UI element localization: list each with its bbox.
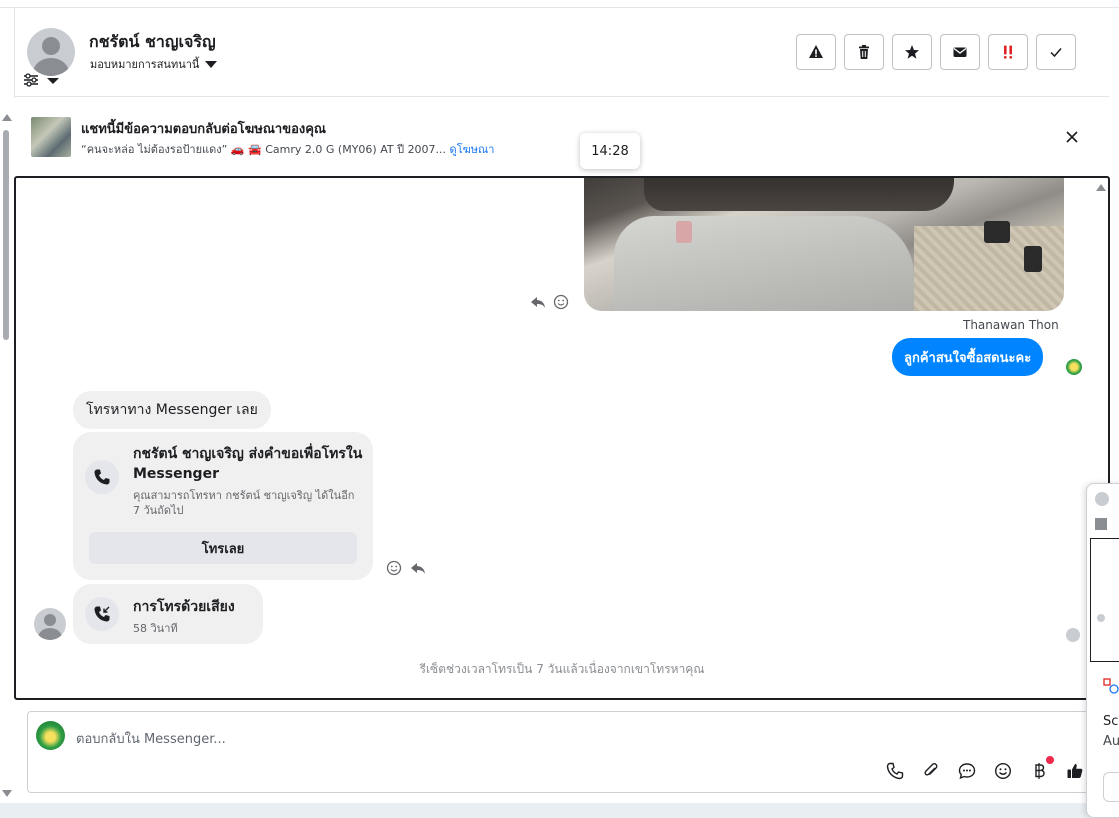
mini-avatar bbox=[1095, 492, 1109, 506]
star-button[interactable] bbox=[892, 34, 932, 70]
assign-conversation-dropdown[interactable]: มอบหมายการสนทนานี้ bbox=[90, 55, 218, 73]
call-now-button[interactable]: โทรเลย bbox=[89, 532, 357, 564]
header-divider bbox=[14, 96, 1109, 97]
ad-banner-title: แชทนี้มีข้อความตอบกลับต่อโฆษณาของคุณ bbox=[81, 122, 326, 137]
conversation-actions bbox=[796, 34, 1076, 70]
call-request-card: กชรัตน์ ชาญเจริญ ส่งคำขอเพื่อโทรใน Messe… bbox=[73, 432, 373, 580]
filter-sliders-icon[interactable] bbox=[23, 73, 39, 87]
call-button[interactable] bbox=[884, 760, 906, 782]
mark-done-button[interactable] bbox=[1036, 34, 1076, 70]
envelope-icon bbox=[953, 47, 967, 57]
delete-button[interactable] bbox=[844, 34, 884, 70]
saved-replies-button[interactable] bbox=[956, 760, 978, 782]
sender-name: Thanawan Thon bbox=[963, 318, 1059, 332]
emoji-button[interactable] bbox=[992, 760, 1014, 782]
bottom-strip bbox=[0, 803, 1119, 818]
phone-icon bbox=[886, 762, 904, 780]
check-icon bbox=[1050, 48, 1062, 58]
inbox-conversation-view: กชรัตน์ ชาญเจริญ มอบหมายการสนทนานี้ แชทน… bbox=[0, 0, 1119, 818]
warning-icon bbox=[809, 45, 823, 58]
page-avatar bbox=[36, 721, 65, 750]
like-button[interactable] bbox=[1064, 760, 1086, 782]
emoji-react-icon[interactable] bbox=[553, 294, 569, 310]
call-request-title: กชรัตน์ ชาญเจริญ ส่งคำขอเพื่อโทรใน Messe… bbox=[133, 446, 363, 482]
spam-button[interactable] bbox=[796, 34, 836, 70]
mark-unread-button[interactable] bbox=[940, 34, 980, 70]
paperclip-icon bbox=[924, 763, 938, 776]
seen-indicator-avatar bbox=[1066, 628, 1080, 642]
call-window-reset-note: รีเซ็ตช่วงเวลาโทรเป็น 7 วันแล้วเนื่องจาก… bbox=[419, 662, 705, 676]
contact-name: กชรัตน์ ชาญเจริญ bbox=[89, 32, 216, 51]
voice-call-duration: 58 วินาที bbox=[133, 622, 178, 635]
contact-avatar[interactable] bbox=[27, 28, 75, 76]
trash-icon bbox=[859, 45, 869, 59]
message-thread[interactable]: Thanawan Thon ลูกค้าสนใจซื้อสดนะคะ โทรหา… bbox=[14, 176, 1110, 700]
thread-scroll-up-icon[interactable] bbox=[1096, 184, 1106, 191]
mini-avatar-2 bbox=[1097, 614, 1105, 622]
assign-label: มอบหมายการสนทนานี้ bbox=[90, 58, 200, 71]
mini-thumbnail bbox=[1095, 518, 1107, 530]
double-exclamation-icon bbox=[1004, 45, 1012, 59]
thumbs-up-icon bbox=[1067, 764, 1083, 778]
voice-call-title: การโทรด้วยเสียง bbox=[133, 599, 235, 615]
ad-thumbnail[interactable] bbox=[31, 117, 71, 157]
star-icon bbox=[905, 45, 919, 59]
phone-icon bbox=[94, 469, 110, 485]
caret-down-icon bbox=[205, 60, 218, 68]
ad-description-text: “คนจะหล่อ ไม่ต้องรอป้ายแดง” 🚗 🚘 Camry 2.… bbox=[81, 143, 447, 156]
attach-button[interactable] bbox=[920, 760, 942, 782]
reply-icon[interactable] bbox=[530, 294, 546, 310]
car-interior-photo[interactable] bbox=[584, 178, 1064, 311]
emoji-icon bbox=[994, 762, 1012, 780]
timestamp-tooltip: 14:28 bbox=[580, 133, 640, 169]
incoming-message-bubble[interactable]: โทรหาทาง Messenger เลย bbox=[73, 391, 271, 429]
view-ad-link[interactable]: ดูโฆษณา bbox=[450, 143, 495, 156]
incoming-call-icon bbox=[94, 606, 110, 622]
voice-call-bubble[interactable]: การโทรด้วยเสียง 58 วินาที bbox=[73, 584, 263, 644]
composer-toolbar bbox=[884, 756, 1086, 782]
emoji-react-icon[interactable] bbox=[386, 560, 402, 576]
follow-up-button[interactable] bbox=[988, 34, 1028, 70]
overlapping-window[interactable]: Scr Au bbox=[1086, 483, 1119, 818]
ad-banner-description: “คนจะหล่อ ไม่ต้องรอป้ายแดง” 🚗 🚘 Camry 2.… bbox=[81, 140, 494, 158]
call-request-subtitle: คุณสามารถโทรหา กชรัตน์ ชาญเจริญ ได้ในอีก… bbox=[133, 489, 355, 517]
left-divider bbox=[14, 8, 15, 98]
outgoing-message-bubble[interactable]: ลูกค้าสนใจซื้อสดนะคะ bbox=[892, 338, 1044, 376]
incoming-call-icon-circle bbox=[85, 597, 119, 631]
close-icon[interactable] bbox=[1063, 128, 1081, 146]
reply-input[interactable]: ตอบกลับใน Messenger... bbox=[76, 728, 226, 749]
contact-small-avatar bbox=[34, 608, 66, 640]
sender-page-avatar bbox=[1066, 359, 1082, 375]
side-window-line-1: Scr bbox=[1103, 714, 1119, 729]
scroll-up-arrow-icon[interactable] bbox=[2, 114, 12, 121]
top-strip bbox=[0, 0, 1119, 8]
reply-icon[interactable] bbox=[410, 560, 426, 576]
chat-icon bbox=[958, 763, 976, 780]
baht-icon bbox=[1035, 763, 1045, 779]
side-window-button[interactable] bbox=[1103, 772, 1119, 802]
reply-composer[interactable]: ตอบกลับใน Messenger... bbox=[27, 711, 1099, 793]
notification-dot bbox=[1046, 756, 1054, 764]
page-scrollbar[interactable] bbox=[0, 110, 12, 800]
phone-icon-circle bbox=[85, 460, 119, 494]
filter-dropdown-caret-icon[interactable] bbox=[47, 78, 59, 84]
scroll-down-arrow-icon[interactable] bbox=[2, 790, 12, 797]
side-window-line-2: Au bbox=[1103, 734, 1119, 749]
payment-button[interactable] bbox=[1028, 756, 1054, 782]
app-logo-icon bbox=[1103, 678, 1119, 694]
scrollbar-thumb[interactable] bbox=[3, 130, 9, 340]
mini-thread-frame bbox=[1090, 538, 1119, 662]
